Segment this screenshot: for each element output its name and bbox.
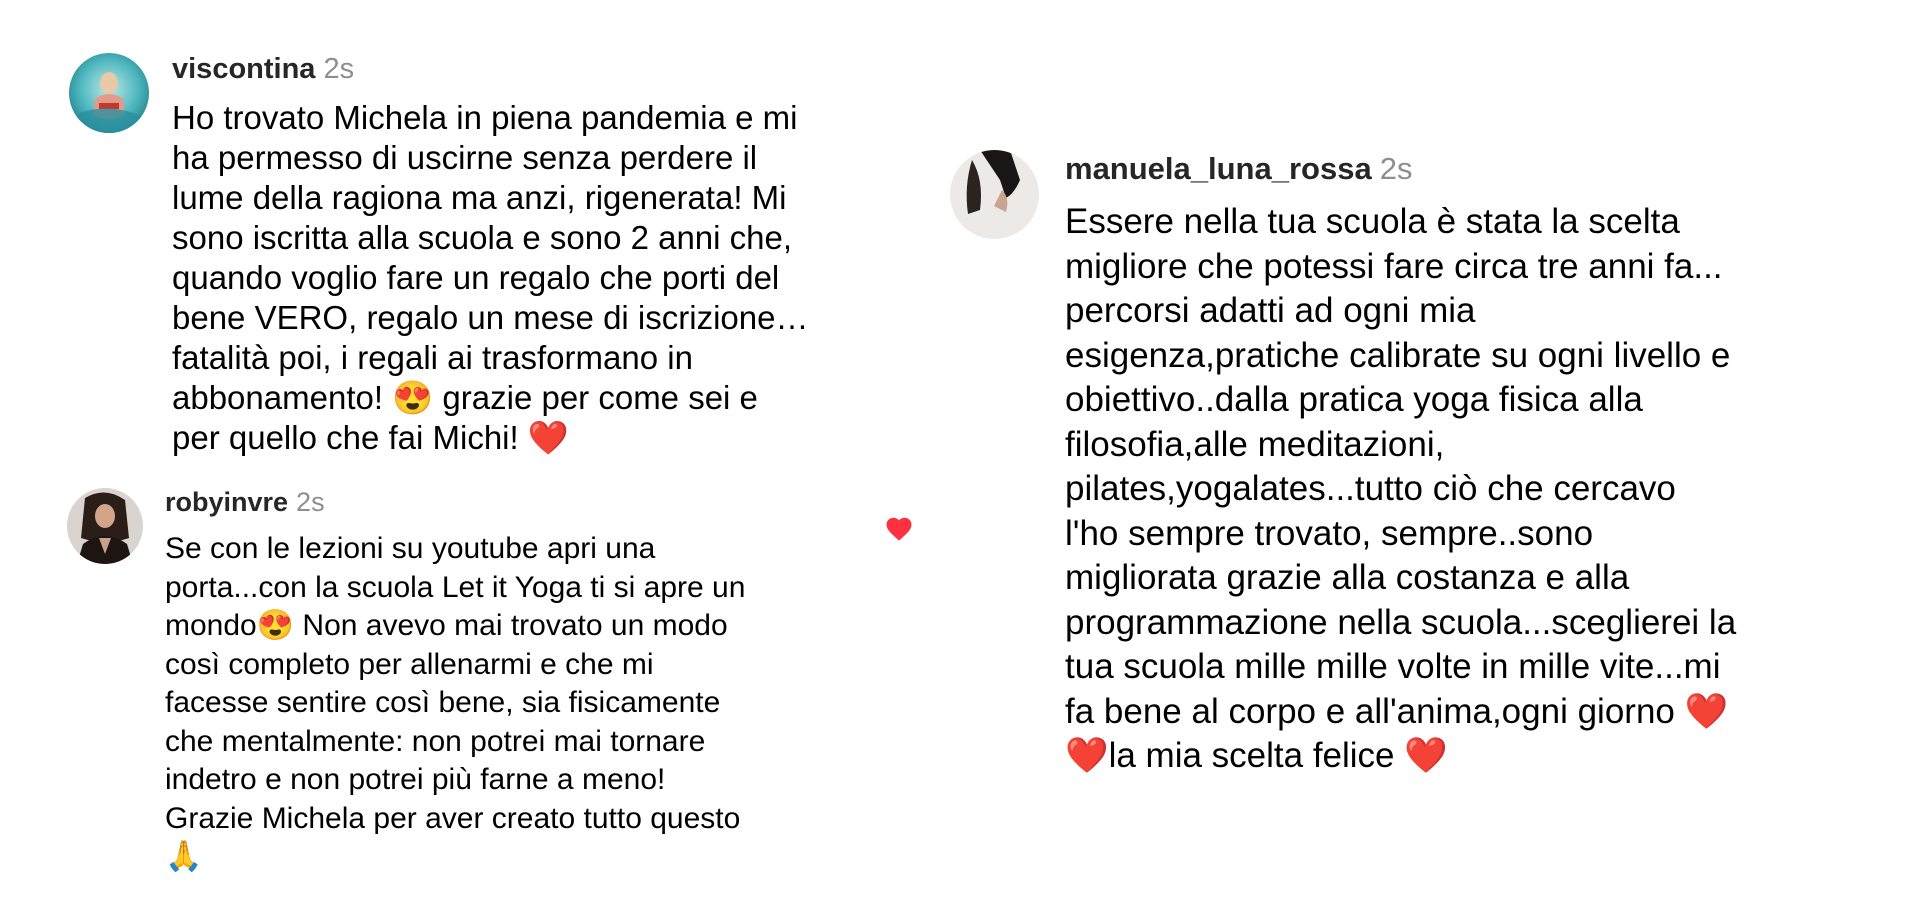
- comment-line: Grazie Michela per aver creato tutto que…: [165, 801, 741, 835]
- comment-text: Ho trovato Michela in piena pandemia e m…: [172, 98, 872, 458]
- comment-line: fa bene al corpo e all'anima,ogni giorno…: [1065, 691, 1729, 731]
- comment-line: fatalità poi, i regali ai trasformano in: [172, 339, 693, 376]
- avatar-viscontina-image: [69, 53, 149, 133]
- comment-header: manuela_luna_rossa 2s: [1065, 153, 1412, 184]
- comment-header: viscontina 2s: [172, 55, 354, 84]
- heart-filled-icon[interactable]: [884, 514, 914, 544]
- username[interactable]: manuela_luna_rossa: [1065, 151, 1372, 186]
- comment-line: 🙏: [165, 840, 203, 873]
- comment-line: tua scuola mille mille volte in mille vi…: [1065, 647, 1721, 686]
- avatar-viscontina[interactable]: [69, 53, 149, 133]
- avatar-manuela-luna-rossa-image: [950, 150, 1039, 239]
- comment-line: lume della ragiona ma anzi, rigenerata! …: [172, 179, 787, 216]
- comment-line: che mentalmente: non potrei mai tornare: [165, 724, 706, 758]
- comment-line: mondo😍 Non avevo mai trovato un modo: [165, 609, 728, 642]
- comment-line: quando voglio fare un regalo che porti d…: [172, 259, 780, 296]
- comment-line: esigenza,pratiche calibrate su ogni live…: [1065, 335, 1731, 375]
- timestamp: 2s: [323, 53, 355, 85]
- comment-line: Ho trovato Michela in piena pandemia e m…: [172, 99, 798, 136]
- comment-text: Se con le lezioni su youtube apri una po…: [165, 530, 865, 877]
- avatar-robyinvre[interactable]: [67, 488, 143, 564]
- username[interactable]: robyinvre: [165, 487, 288, 517]
- comment-line: porta...con la scuola Let it Yoga ti si …: [165, 570, 746, 604]
- comment-line: indetro e non potrei più farne a meno!: [165, 763, 666, 796]
- comment-line: abbonamento! 😍 grazie per come sei e: [172, 379, 758, 416]
- comment-line: sono iscritta alla scuola e sono 2 anni …: [172, 219, 793, 256]
- comment-line: migliorata grazie alla costanza e alla: [1065, 558, 1630, 597]
- username[interactable]: viscontina: [172, 53, 315, 85]
- avatar-robyinvre-image: [67, 488, 143, 564]
- timestamp: 2s: [296, 487, 325, 517]
- comment-line: l'ho sempre trovato, sempre..sono: [1065, 513, 1594, 553]
- comment-line: pilates,yogalates...tutto ciò che cercav…: [1065, 469, 1676, 508]
- comment-line: bene VERO, regalo un mese di iscrizione…: [172, 299, 809, 336]
- comment-line: Se con le lezioni su youtube apri una: [165, 532, 656, 565]
- avatar-manuela-luna-rossa[interactable]: [950, 150, 1039, 239]
- comment-line: programmazione nella scuola...sceglierei…: [1065, 602, 1737, 642]
- comment-text: Essere nella tua scuola è stata la scelt…: [1065, 200, 1915, 779]
- comment-line: percorsi adatti ad ogni mia: [1065, 291, 1476, 330]
- comment-line: per quello che fai Michi! ❤️: [172, 419, 569, 456]
- comment-line: ha permesso di uscirne senza perdere il: [172, 139, 758, 176]
- comment-line: così completo per allenarmi e che mi: [165, 647, 654, 681]
- comment-line: filosofia,alle meditazioni,: [1065, 424, 1445, 464]
- comment-line: migliore che potessi fare circa tre anni…: [1065, 246, 1723, 286]
- comment-line: obiettivo..dalla pratica yoga fisica all…: [1065, 380, 1643, 419]
- comment-line: Essere nella tua scuola è stata la scelt…: [1065, 202, 1680, 241]
- timestamp: 2s: [1379, 151, 1413, 186]
- comment-line: ❤️la mia scelta felice ❤️: [1065, 736, 1448, 775]
- comment-line: facesse sentire così bene, sia fisicamen…: [165, 686, 721, 719]
- comment-header: robyinvre 2s: [165, 489, 325, 516]
